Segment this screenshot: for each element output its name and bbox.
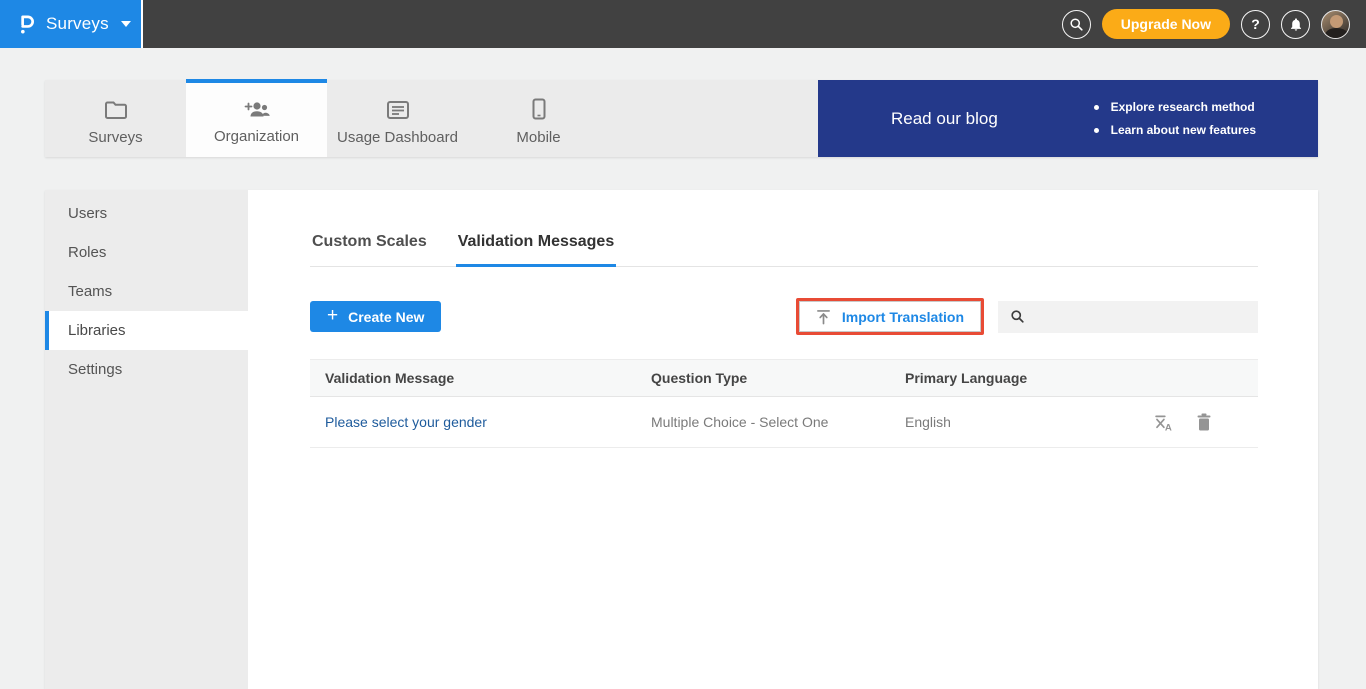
topbar-actions: Upgrade Now ? xyxy=(1062,9,1366,39)
nav-item-mobile[interactable]: Mobile xyxy=(468,80,609,157)
column-header-question-type: Question Type xyxy=(651,370,905,386)
sidebar-item-users[interactable]: Users xyxy=(45,194,248,233)
delete-button[interactable] xyxy=(1196,413,1212,431)
trash-icon xyxy=(1196,413,1212,431)
sidebar: Users Roles Teams Libraries Settings xyxy=(45,190,248,689)
upgrade-button[interactable]: Upgrade Now xyxy=(1102,9,1230,39)
folder-icon xyxy=(104,96,128,120)
product-switcher[interactable]: Surveys xyxy=(0,0,143,48)
search-button[interactable] xyxy=(1062,10,1091,39)
module-nav: Surveys Organization xyxy=(45,80,1318,157)
sidebar-item-settings[interactable]: Settings xyxy=(45,350,248,389)
table-row: Please select your gender Multiple Choic… xyxy=(310,397,1258,448)
banner-bullet: Learn about new features xyxy=(1094,119,1256,142)
nav-item-label: Surveys xyxy=(88,129,142,146)
content-card: Users Roles Teams Libraries Settings Cus… xyxy=(45,190,1318,689)
upload-icon xyxy=(816,309,831,325)
module-nav-cards: Surveys Organization xyxy=(45,80,818,157)
banner-bullet: Explore research method xyxy=(1094,96,1256,119)
row-actions: A xyxy=(1153,412,1258,433)
tab-validation-messages[interactable]: Validation Messages xyxy=(456,233,617,267)
notifications-button[interactable] xyxy=(1281,10,1310,39)
main-pane: Custom Scales Validation Messages + Crea… xyxy=(248,190,1318,689)
question-type-cell: Multiple Choice - Select One xyxy=(651,414,905,430)
help-button[interactable]: ? xyxy=(1241,10,1270,39)
language-cell: English xyxy=(905,414,1153,430)
bell-icon xyxy=(1289,17,1303,32)
column-header-primary-language: Primary Language xyxy=(905,370,1153,386)
column-header-validation-message: Validation Message xyxy=(310,370,651,386)
nav-item-organization[interactable]: Organization xyxy=(186,79,327,157)
banner-bullets: Explore research method Learn about new … xyxy=(1094,96,1256,142)
import-translation-label: Import Translation xyxy=(842,309,964,325)
toolbar: + Create New Import Translation xyxy=(310,298,1258,335)
mobile-icon xyxy=(532,96,546,120)
chevron-down-icon xyxy=(121,21,131,27)
app-screen: Surveys Upgrade Now ? xyxy=(0,0,1366,689)
avatar[interactable] xyxy=(1321,10,1350,39)
banner-title[interactable]: Read our blog xyxy=(891,109,998,129)
nav-item-label: Mobile xyxy=(516,129,560,146)
table-search[interactable] xyxy=(998,301,1258,333)
import-translation-button[interactable]: Import Translation xyxy=(799,301,981,332)
table-header: Validation Message Question Type Primary… xyxy=(310,359,1258,397)
search-icon xyxy=(1010,309,1025,324)
sidebar-item-teams[interactable]: Teams xyxy=(45,272,248,311)
create-new-button[interactable]: + Create New xyxy=(310,301,441,332)
tab-custom-scales[interactable]: Custom Scales xyxy=(310,233,429,267)
blog-banner[interactable]: Read our blog Explore research method Le… xyxy=(818,80,1318,157)
plus-icon: + xyxy=(327,306,338,325)
questionpro-logo-icon xyxy=(15,12,36,37)
svg-text:A: A xyxy=(1165,422,1172,433)
sidebar-item-roles[interactable]: Roles xyxy=(45,233,248,272)
import-translation-highlight: Import Translation xyxy=(796,298,984,335)
validation-message-link[interactable]: Please select your gender xyxy=(325,414,487,430)
help-icon: ? xyxy=(1251,16,1260,32)
search-icon xyxy=(1069,17,1084,32)
nav-item-label: Usage Dashboard xyxy=(337,129,458,146)
search-input[interactable] xyxy=(1034,301,1258,333)
dashboard-icon xyxy=(386,96,410,120)
person-add-icon xyxy=(243,95,271,119)
validation-messages-table: Validation Message Question Type Primary… xyxy=(310,359,1258,448)
library-tabs: Custom Scales Validation Messages xyxy=(310,233,1258,267)
product-label: Surveys xyxy=(46,14,109,34)
sidebar-item-libraries[interactable]: Libraries xyxy=(45,311,248,350)
create-new-label: Create New xyxy=(348,309,424,325)
nav-item-surveys[interactable]: Surveys xyxy=(45,80,186,157)
topbar: Surveys Upgrade Now ? xyxy=(0,0,1366,48)
nav-item-usage-dashboard[interactable]: Usage Dashboard xyxy=(327,80,468,157)
translate-icon: A xyxy=(1153,412,1174,433)
translate-button[interactable]: A xyxy=(1153,412,1174,433)
nav-item-label: Organization xyxy=(214,128,299,145)
